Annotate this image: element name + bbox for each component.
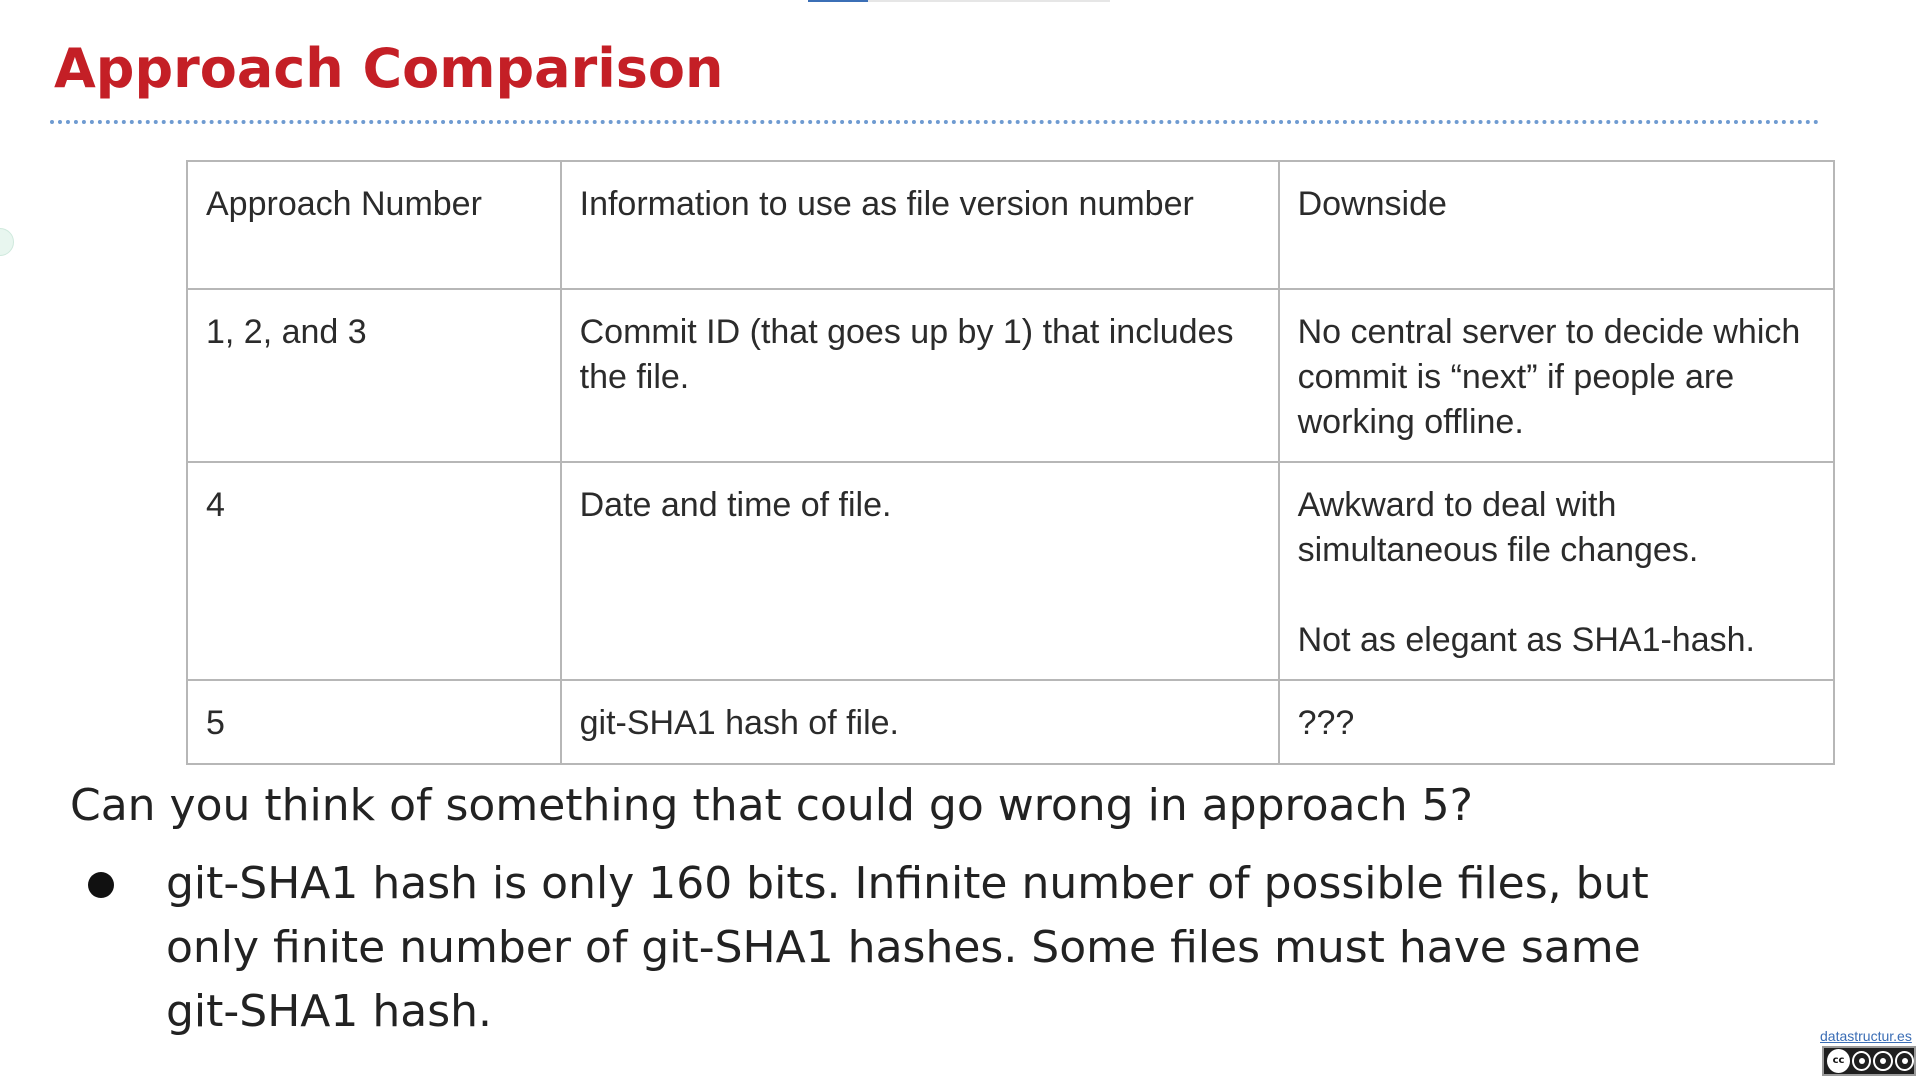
cell-downside: No central server to decide which commit… xyxy=(1277,288,1836,463)
title-divider xyxy=(50,120,1820,124)
cell-approach: 1, 2, and 3 xyxy=(186,288,562,463)
cc-license-icon[interactable]: cc xyxy=(1822,1046,1916,1076)
comparison-table: Approach Number Information to use as fi… xyxy=(186,160,1836,765)
cell-spacer xyxy=(1298,573,1815,618)
table-header-row: Approach Number Information to use as fi… xyxy=(186,160,1836,290)
cell-downside: ??? xyxy=(1277,679,1836,765)
bullet-item: git-SHA1 hash is only 160 bits. Infinite… xyxy=(166,858,1649,1037)
cell-approach: 5 xyxy=(186,679,562,765)
bullet-icon xyxy=(88,872,114,898)
sa-icon xyxy=(1894,1051,1915,1071)
progress-indicator xyxy=(808,0,868,2)
cell-approach: 4 xyxy=(186,461,562,681)
cell-downside-extra: Not as elegant as SHA1-hash. xyxy=(1297,621,1755,659)
cell-information: Date and time of file. xyxy=(559,461,1280,681)
datastructures-link[interactable]: datastructur.es xyxy=(1820,1028,1912,1044)
nc-icon xyxy=(1873,1051,1893,1071)
progress-track xyxy=(868,0,1110,2)
table-row: 4 Date and time of file. Awkward to deal… xyxy=(186,461,1836,681)
header-information: Information to use as file version numbe… xyxy=(559,160,1280,290)
side-marker xyxy=(0,228,14,256)
cell-downside: Awkward to deal with simultaneous file c… xyxy=(1277,461,1836,681)
by-icon xyxy=(1852,1051,1872,1071)
question-text: Can you think of something that could go… xyxy=(70,780,1473,831)
header-downside: Downside xyxy=(1277,160,1836,290)
cc-icon: cc xyxy=(1827,1049,1851,1073)
cell-information: git-SHA1 hash of file. xyxy=(559,679,1280,765)
cell-information: Commit ID (that goes up by 1) that inclu… xyxy=(559,288,1280,463)
cell-downside-text: Awkward to deal with simultaneous file c… xyxy=(1297,486,1699,569)
table-row: 5 git-SHA1 hash of file. ??? xyxy=(186,679,1836,765)
header-approach-number: Approach Number xyxy=(186,160,562,290)
table-row: 1, 2, and 3 Commit ID (that goes up by 1… xyxy=(186,288,1836,463)
slide-title: Approach Comparison xyxy=(54,37,724,100)
